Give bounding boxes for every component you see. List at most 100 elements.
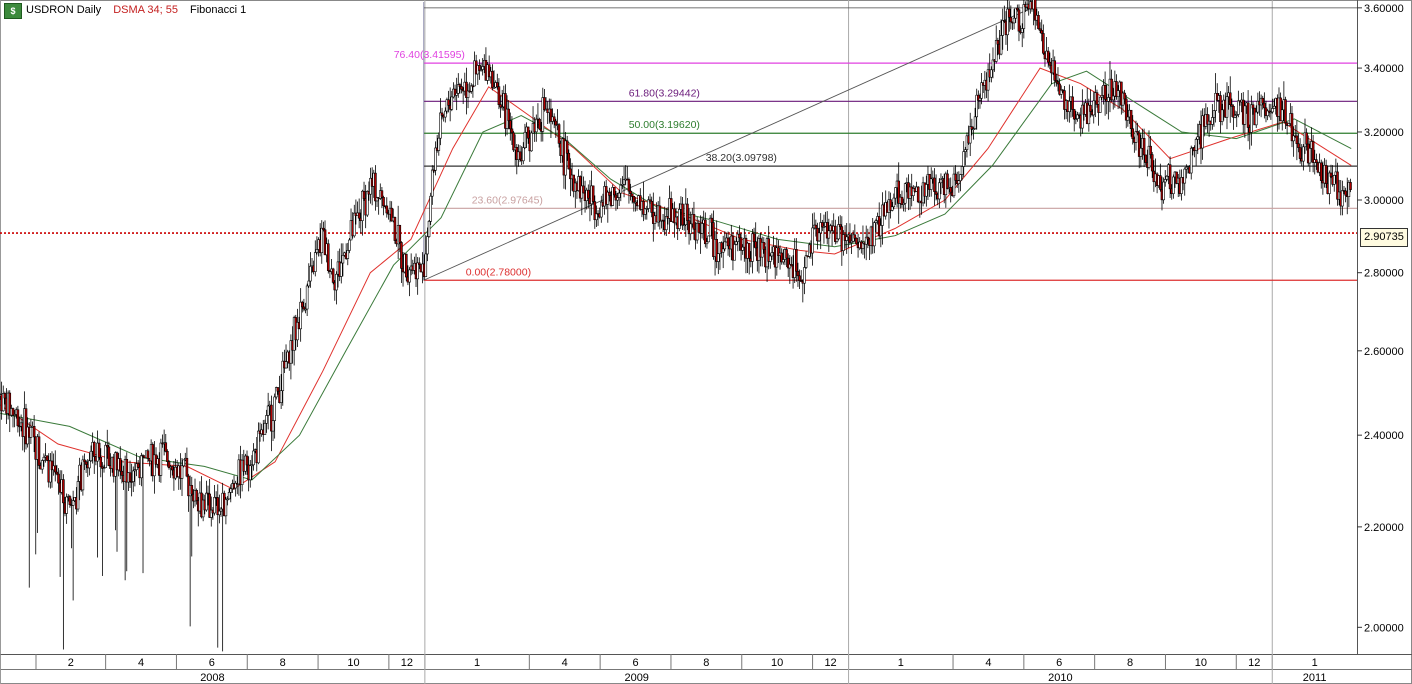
candle-body [734,241,738,245]
candle-body [853,234,857,239]
candle-body [957,180,961,185]
candle-body [416,262,419,280]
y-tick-label: 2.80000 [1364,268,1404,280]
candle-body [81,459,85,491]
candle-body [1103,85,1107,100]
x-tick-label: 8 [1127,657,1133,669]
candle-body [265,415,268,424]
candle-body [1211,117,1214,125]
candle-body [873,222,876,247]
candle-body [341,255,345,264]
candle-body [1305,132,1308,145]
candle-body [352,212,356,237]
candle-body [1297,143,1300,148]
candle-body [747,242,751,259]
candle-body [1053,60,1057,81]
candle-body [949,187,953,193]
candle-body [408,269,411,283]
candle-body [1022,4,1026,29]
candle-body [795,249,798,272]
candle-body [65,496,68,514]
candle-body [1263,102,1266,109]
y-tick-label: 3.60000 [1364,3,1404,15]
candle-body [770,252,774,257]
candle-body [803,267,806,284]
candle-body [1072,109,1076,120]
candle-body [978,97,982,101]
candle-body [587,189,590,199]
candle-body [40,460,44,470]
candle-body [996,40,1000,45]
candle-body [619,184,623,194]
x-tick-label: 4 [985,657,991,669]
candle-body [1046,50,1050,63]
candle-body [266,405,270,416]
candle-body [892,197,896,208]
candle-body [827,230,831,239]
candle-body [57,473,60,484]
candle-body [120,470,124,476]
candle-body [1212,110,1216,118]
candle-body [1287,123,1291,126]
candle-body [1349,182,1352,190]
candle-body [929,178,933,190]
candle-body [1116,90,1120,98]
candle-body [903,183,907,204]
candle-body [1092,100,1096,116]
candle-body [738,233,741,239]
candle-body [726,237,730,247]
candle-body [1095,92,1099,105]
candle-body [284,361,288,369]
candle-body [681,203,684,226]
candle-body [313,252,317,272]
candle-body [164,442,168,452]
candle-body [552,116,556,122]
candle-body [185,457,189,477]
candle-body [481,66,484,70]
candle-body [331,268,335,283]
candle-body [76,481,80,510]
candle-body [491,71,494,89]
candle-body [1284,99,1287,123]
candle-body [190,485,194,495]
candle-body [443,110,447,118]
candle-body [650,200,653,213]
candle-body [707,235,710,243]
fib-level-label: 38.20(3.09798) [706,152,777,164]
x-tick-label: 2 [68,657,74,669]
candle-body [273,396,276,421]
candle-body [429,195,432,222]
candle-body [990,69,993,78]
candle-body [248,465,252,481]
candle-body [530,132,533,152]
x-year-label: 2011 [1303,672,1327,684]
fib-level-label: 23.60(2.97645) [472,194,543,206]
candle-body [938,182,941,200]
candle-body [300,301,304,308]
candle-body [439,112,442,139]
candle-body [450,96,454,110]
candle-body [1162,181,1165,201]
candle-body [71,500,75,506]
candle-body [1071,96,1074,110]
candle-body [1298,147,1302,159]
y-tick-label: 2.60000 [1364,346,1404,358]
candle-body [1020,28,1024,33]
candle-body [973,116,977,129]
candle-body [224,499,228,517]
candle-body [1311,141,1315,163]
candle-body [305,285,309,310]
candle-body [213,497,216,514]
x-year-label: 2008 [200,672,224,684]
candle-body [762,242,766,250]
candle-body [205,492,208,511]
candle-body [1250,104,1253,133]
sma-line [0,67,1352,490]
candle-body [497,86,501,106]
candle-body [1123,92,1126,100]
price-chart[interactable]: 3.60000 3.40000 3.20000 3.00000 2.80000 2.600… [0,0,1412,684]
candle-body [315,249,319,253]
candle-body [92,441,96,457]
candle-body [307,280,311,287]
candle-body [518,151,522,160]
